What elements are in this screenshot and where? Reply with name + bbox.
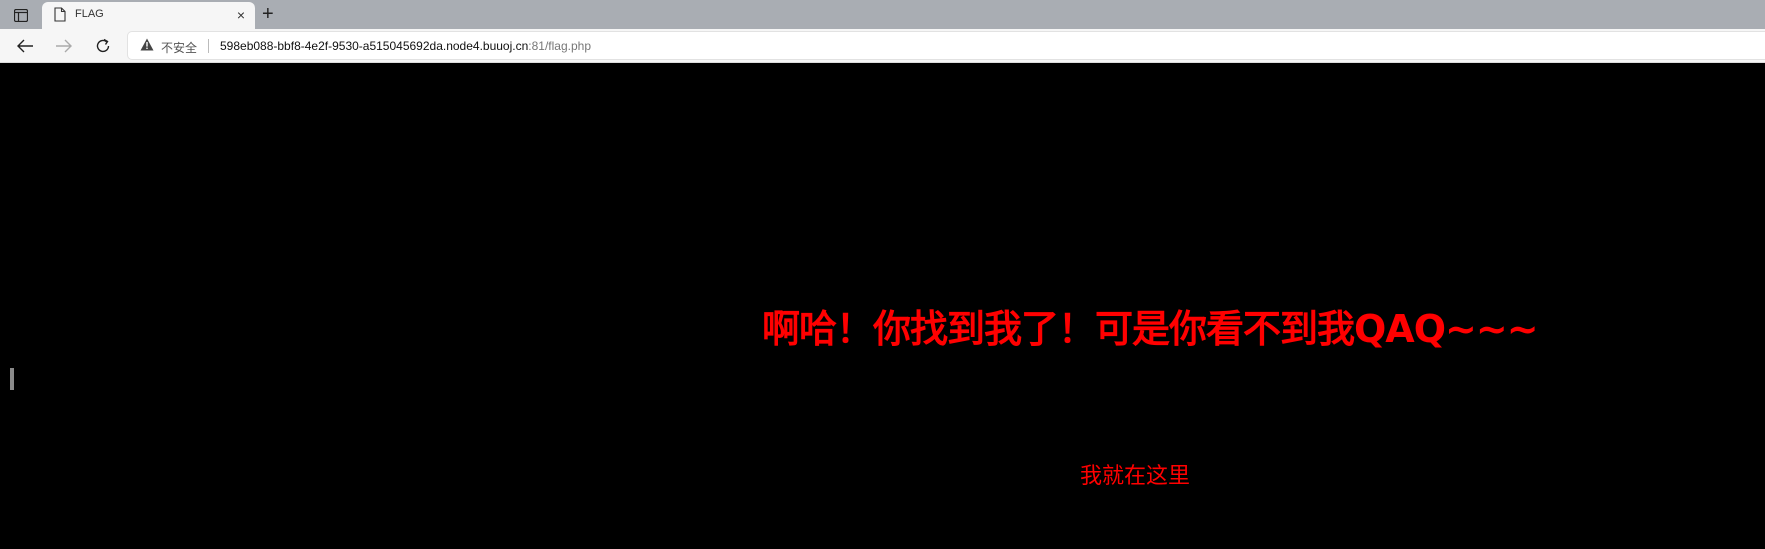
url-port-path: :81/flag.php bbox=[528, 39, 591, 53]
address-bar[interactable]: 不安全 598eb088-bbf8-4e2f-9530-a515045692da… bbox=[128, 32, 1765, 59]
tab-close-icon[interactable]: × bbox=[237, 7, 245, 23]
url-host: 598eb088-bbf8-4e2f-9530-a515045692da.nod… bbox=[220, 39, 529, 53]
forward-button[interactable] bbox=[52, 34, 76, 58]
security-label[interactable]: 不安全 bbox=[161, 39, 197, 56]
page-headline: 啊哈！你找到我了！可是你看不到我QAQ~~~ bbox=[762, 307, 1539, 351]
page-viewport: 啊哈！你找到我了！可是你看不到我QAQ~~~ 我就在这里 bbox=[0, 63, 1765, 549]
url-text[interactable]: 598eb088-bbf8-4e2f-9530-a515045692da.nod… bbox=[220, 39, 591, 53]
back-arrow-icon bbox=[17, 39, 33, 53]
tab-actions-icon[interactable] bbox=[10, 6, 32, 24]
reload-icon bbox=[96, 38, 110, 53]
address-separator bbox=[208, 39, 209, 53]
tab-strip: FLAG × + bbox=[0, 0, 1765, 29]
back-button[interactable] bbox=[13, 34, 37, 58]
new-tab-button[interactable]: + bbox=[262, 3, 274, 25]
reload-button[interactable] bbox=[91, 34, 115, 58]
text-cursor-marker bbox=[10, 368, 14, 390]
page-hint: 我就在这里 bbox=[1080, 464, 1191, 489]
forward-arrow-icon bbox=[56, 39, 72, 53]
tab-title: FLAG bbox=[75, 8, 104, 20]
browser-tab[interactable]: FLAG × bbox=[42, 2, 255, 29]
browser-toolbar: 不安全 598eb088-bbf8-4e2f-9530-a515045692da… bbox=[0, 29, 1765, 63]
document-icon bbox=[54, 7, 66, 27]
warning-triangle-icon[interactable] bbox=[140, 38, 154, 56]
